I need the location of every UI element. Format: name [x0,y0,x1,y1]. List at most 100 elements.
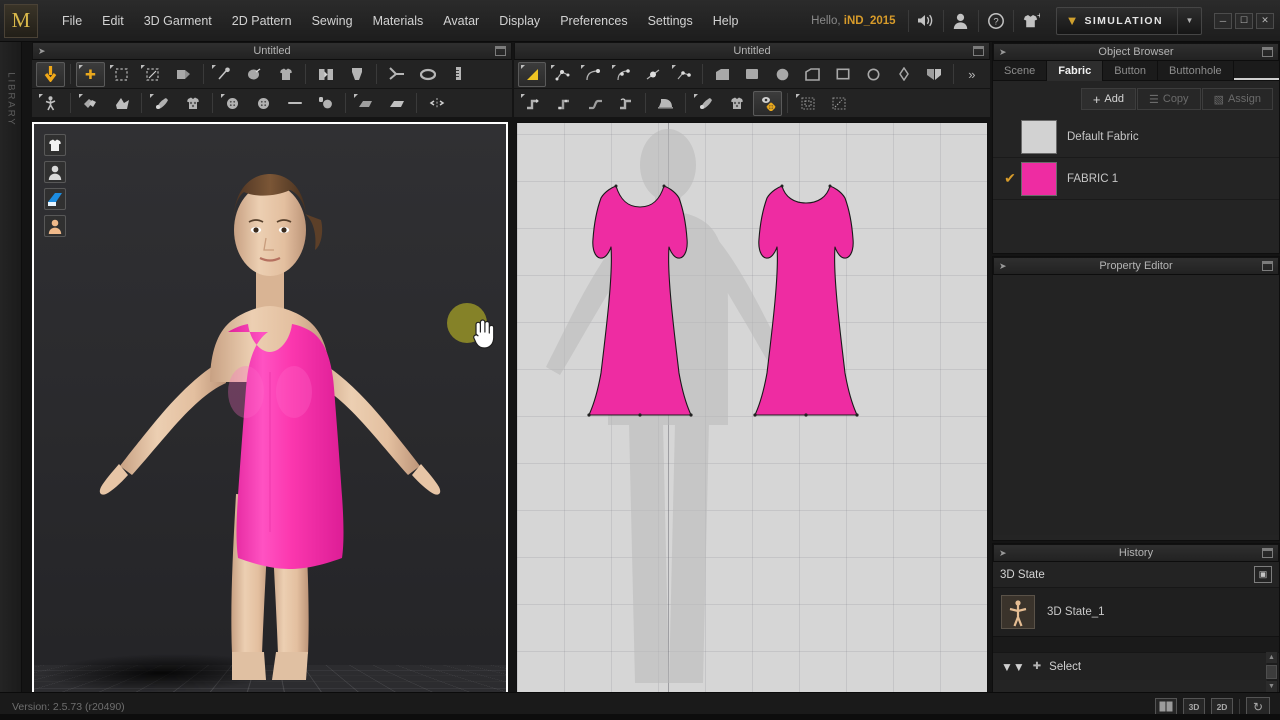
tool-pattern-transform-icon[interactable] [753,91,782,116]
view-2d-button[interactable]: 2D [1211,698,1233,715]
tool-symmetry-icon[interactable] [422,91,451,116]
viewport-3d[interactable] [32,122,508,700]
float-window-icon[interactable] [1262,261,1273,271]
tool-pin-icon[interactable] [209,62,238,87]
restore-button[interactable]: ☐ [1235,13,1253,29]
tool-more-tools-icon[interactable]: » [958,62,986,87]
tool-sew-auto-icon[interactable] [611,91,640,116]
chevron-double-down-icon[interactable]: ▼▼ [1001,660,1025,674]
skin-toggle-icon[interactable] [44,215,66,237]
scroll-down-button[interactable]: ▼ [1266,681,1277,692]
tool-zipper-icon[interactable] [382,62,411,87]
float-window-icon[interactable] [973,46,984,56]
assign-fabric-button[interactable]: ▧ Assign [1202,88,1273,110]
copy-fabric-button[interactable]: ☰ Copy [1137,88,1201,110]
tool-select-mesh-box-icon[interactable] [107,62,136,87]
tool-add-point-icon[interactable] [639,62,667,87]
panel-toggle-icon[interactable] [44,188,66,210]
tool-measure-icon[interactable] [444,62,473,87]
tab-buttonhole[interactable]: Buttonhole [1158,61,1234,81]
tool-rectangle-icon[interactable] [738,62,766,87]
tool-texture-icon[interactable] [691,91,720,116]
user-icon[interactable] [946,5,976,37]
pattern-canvas[interactable] [517,123,988,700]
tool-dart-icon[interactable] [889,62,917,87]
avatar-3d-model[interactable] [60,142,480,700]
garment-toggle-icon[interactable] [44,134,66,156]
tool-circle-icon[interactable] [769,62,797,87]
simulation-mode-button[interactable]: ▼ SIMULATION ▼ [1056,7,1202,35]
fabric-row-default[interactable]: Default Fabric [993,116,1279,158]
speaker-icon[interactable] [911,5,941,37]
pin-icon[interactable]: ➤ [999,48,1007,57]
tool-sew-segment-icon[interactable] [518,91,547,116]
tool-surface-icon[interactable] [382,91,411,116]
menu-avatar[interactable]: Avatar [433,9,489,33]
tool-tack-icon[interactable] [240,62,269,87]
close-button[interactable]: ✕ [1256,13,1274,29]
tab-fabric[interactable]: Fabric [1047,61,1103,81]
tool-edit-pattern-icon[interactable] [518,62,546,87]
tab-button[interactable]: Button [1103,61,1158,81]
pin-icon[interactable]: ➤ [999,262,1007,271]
tool-sew-free-icon[interactable] [549,91,578,116]
tool-baseline-icon[interactable] [793,91,822,116]
minimize-button[interactable]: ─ [1214,13,1232,29]
tool-select-mesh-lasso-icon[interactable] [138,62,167,87]
tool-grade-icon[interactable] [824,91,853,116]
tool-edit-point-icon[interactable] [548,62,576,87]
tool-fabric-layer-icon[interactable] [351,91,380,116]
tool-texture-icon[interactable] [147,91,176,116]
history-item[interactable]: 3D State_1 [993,588,1279,636]
menu-materials[interactable]: Materials [363,9,434,33]
menu-file[interactable]: File [52,9,92,33]
tool-fold-arrange-icon[interactable] [271,62,300,87]
tool-sew-curve-icon[interactable] [580,91,609,116]
fabric-swatch[interactable] [1021,162,1057,196]
tool-avatar-skin-icon[interactable] [107,91,136,116]
help-icon[interactable]: ? [981,5,1011,37]
tool-edit-curve-point-icon[interactable] [609,62,637,87]
tool-line-icon[interactable] [280,91,309,116]
tool-pleat-icon[interactable] [342,62,371,87]
tool-edit-avatar-icon[interactable] [76,91,105,116]
avatar-toggle-icon[interactable] [44,161,66,183]
add-fabric-button[interactable]: + Add [1081,88,1136,110]
tool-buttonhole-icon[interactable] [311,91,340,116]
menu-3d-garment[interactable]: 3D Garment [134,9,222,33]
tool-transform-garment-icon[interactable]: ✚ [76,62,105,87]
snapshot-icon[interactable]: ▣ [1254,566,1272,583]
scroll-up-button[interactable]: ▲ [1266,652,1277,663]
tool-avatar-pose-icon[interactable] [36,91,65,116]
viewport-2d[interactable] [516,122,988,700]
tool-fabric-press-icon[interactable] [651,91,680,116]
tool-unfold-icon[interactable] [169,62,198,87]
menu-edit[interactable]: Edit [92,9,134,33]
menu-sewing[interactable]: Sewing [302,9,363,33]
menu-help[interactable]: Help [703,9,749,33]
float-window-icon[interactable] [1262,47,1273,57]
tool-internal-circle-icon[interactable] [859,62,887,87]
float-window-icon[interactable] [1262,548,1273,558]
menu-preferences[interactable]: Preferences [550,9,637,33]
scrollbar-thumb[interactable] [1266,665,1277,679]
simulation-dropdown-arrow-icon[interactable]: ▼ [1177,8,1201,34]
tool-internal-polygon-icon[interactable] [799,62,827,87]
tool-edit-curve-icon[interactable] [578,62,606,87]
tool-trim-icon[interactable] [413,62,442,87]
pin-icon[interactable]: ➤ [999,549,1007,558]
history-select-row[interactable]: ▼▼ ✚ Select [993,652,1279,680]
tool-polygon-icon[interactable] [708,62,736,87]
tool-button-place-icon[interactable] [249,91,278,116]
float-window-icon[interactable] [495,46,506,56]
pattern-piece-back[interactable] [753,185,858,417]
tool-internal-rectangle-icon[interactable] [829,62,857,87]
history-scrollbar[interactable]: ▲ ▼ [1267,652,1278,692]
menu-display[interactable]: Display [489,9,550,33]
tool-segment-icon[interactable] [669,62,697,87]
tool-pleat-fold-icon[interactable] [920,62,948,87]
menu-2d-pattern[interactable]: 2D Pattern [222,9,302,33]
fabric-row-fabric1[interactable]: ✔ FABRIC 1 [993,158,1279,200]
tool-gather-icon[interactable] [311,62,340,87]
fabric-swatch[interactable] [1021,120,1057,154]
